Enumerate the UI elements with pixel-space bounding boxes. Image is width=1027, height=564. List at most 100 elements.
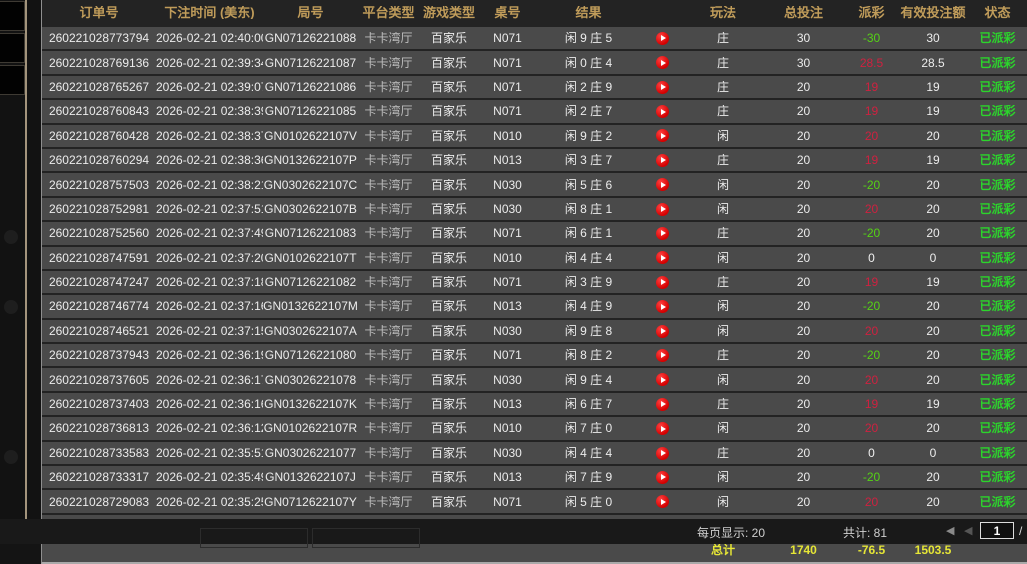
platform-cell: 卡卡湾厅 <box>358 81 419 93</box>
play-video-icon[interactable] <box>656 129 669 142</box>
status-badge: 已派彩 <box>967 57 1027 69</box>
play-type-cell: 庄 <box>683 57 763 69</box>
result-cell: 闲 0 庄 4 <box>536 57 641 69</box>
prev-page-icon[interactable]: ◀ <box>964 524 972 537</box>
order-no-cell: 260221028765267 <box>42 81 156 93</box>
valid-bet-cell: 20 <box>899 374 967 386</box>
play-video-icon[interactable] <box>656 422 669 435</box>
play-video-icon[interactable] <box>656 105 669 118</box>
total-bet-cell: 20 <box>763 105 844 117</box>
round-no-cell: GN0712622107Y <box>263 496 358 508</box>
play-video-icon[interactable] <box>656 251 669 264</box>
result-cell: 闲 9 庄 5 <box>536 32 641 44</box>
play-video-icon[interactable] <box>656 227 669 240</box>
total-row-label: 总计 <box>683 544 763 556</box>
order-no-cell: 260221028733583 <box>42 447 156 459</box>
play-video-icon[interactable] <box>656 56 669 69</box>
table-no-cell: N030 <box>479 374 536 386</box>
result-cell: 闲 9 庄 2 <box>536 130 641 142</box>
order-no-cell: 260221028760428 <box>42 130 156 142</box>
play-video-icon[interactable] <box>656 178 669 191</box>
total-bet-cell: 20 <box>763 325 844 337</box>
platform-cell: 卡卡湾厅 <box>358 349 419 361</box>
result-video-cell <box>641 397 683 410</box>
table-no-cell: N030 <box>479 203 536 215</box>
table-no-cell: N030 <box>479 179 536 191</box>
table-row: 2602210287529812026-02-21 02:37:51GN0302… <box>42 196 1027 220</box>
header-table-no: 桌号 <box>479 6 536 19</box>
table-header-row: 订单号 下注时间 (美东) 局号 平台类型 游戏类型 桌号 结果 玩法 总投注 … <box>42 0 1027 25</box>
table-row: 2602210287374032026-02-21 02:36:16GN0132… <box>42 391 1027 415</box>
total-bet-cell: 20 <box>763 471 844 483</box>
platform-cell: 卡卡湾厅 <box>358 325 419 337</box>
total-bet-cell: 30 <box>763 57 844 69</box>
result-video-cell <box>641 80 683 93</box>
play-video-icon[interactable] <box>656 349 669 362</box>
result-video-cell <box>641 422 683 435</box>
play-type-cell: 闲 <box>683 325 763 337</box>
round-no-cell: GN07126221087 <box>263 57 358 69</box>
table-row: 2602210287652672026-02-21 02:39:07GN0712… <box>42 74 1027 98</box>
valid-bet-cell: 19 <box>899 105 967 117</box>
game-type-cell: 百家乐 <box>419 349 479 361</box>
play-type-cell: 庄 <box>683 81 763 93</box>
play-video-icon[interactable] <box>656 495 669 508</box>
header-valid-bet: 有效投注额 <box>899 6 967 19</box>
result-video-cell <box>641 349 683 362</box>
payout-cell: 20 <box>844 203 899 215</box>
total-bet-cell: 20 <box>763 179 844 191</box>
game-type-cell: 百家乐 <box>419 105 479 117</box>
play-type-cell: 闲 <box>683 130 763 142</box>
round-no-cell: GN07126221083 <box>263 227 358 239</box>
play-type-cell: 闲 <box>683 252 763 264</box>
table-row: 2602210287333172026-02-21 02:35:49GN0132… <box>42 464 1027 488</box>
play-video-icon[interactable] <box>656 81 669 94</box>
table-no-cell: N071 <box>479 227 536 239</box>
valid-bet-cell: 0 <box>899 447 967 459</box>
round-no-cell: GN0102622107R <box>263 422 358 434</box>
header-result: 结果 <box>536 6 641 19</box>
valid-bet-cell: 20 <box>899 471 967 483</box>
page-input[interactable] <box>980 522 1014 539</box>
table-row: 2602210287602942026-02-21 02:38:36GN0132… <box>42 147 1027 171</box>
game-type-cell: 百家乐 <box>419 179 479 191</box>
bet-time-cell: 2026-02-21 02:37:51 <box>156 203 263 215</box>
total-bet-cell: 20 <box>763 154 844 166</box>
game-type-cell: 百家乐 <box>419 325 479 337</box>
bet-time-cell: 2026-02-21 02:37:15 <box>156 325 263 337</box>
game-type-cell: 百家乐 <box>419 398 479 410</box>
play-video-icon[interactable] <box>656 398 669 411</box>
bet-time-cell: 2026-02-21 02:38:36 <box>156 154 263 166</box>
play-video-icon[interactable] <box>656 325 669 338</box>
payout-cell: 20 <box>844 325 899 337</box>
play-video-icon[interactable] <box>656 373 669 386</box>
order-no-cell: 260221028736813 <box>42 422 156 434</box>
status-badge: 已派彩 <box>967 496 1027 508</box>
result-cell: 闲 4 庄 9 <box>536 300 641 312</box>
play-type-cell: 庄 <box>683 227 763 239</box>
valid-bet-cell: 0 <box>899 252 967 264</box>
first-page-icon[interactable]: ◀ <box>946 524 954 537</box>
play-video-icon[interactable] <box>656 300 669 313</box>
table-row: 2602210287376052026-02-21 02:36:17GN0302… <box>42 366 1027 390</box>
play-video-icon[interactable] <box>656 471 669 484</box>
background-decoration <box>4 450 18 464</box>
play-video-icon[interactable] <box>656 203 669 216</box>
round-no-cell: GN0102622107T <box>263 252 358 264</box>
round-no-cell: GN07126221085 <box>263 105 358 117</box>
result-video-cell <box>641 300 683 313</box>
play-video-icon[interactable] <box>656 154 669 167</box>
play-video-icon[interactable] <box>656 276 669 289</box>
total-bet-cell: 20 <box>763 447 844 459</box>
result-cell: 闲 5 庄 0 <box>536 496 641 508</box>
payout-cell: 20 <box>844 374 899 386</box>
play-video-icon[interactable] <box>656 447 669 460</box>
table-row: 2602210287467742026-02-21 02:37:16GN0132… <box>42 293 1027 317</box>
payout-cell: 0 <box>844 447 899 459</box>
payout-cell: 20 <box>844 422 899 434</box>
play-video-icon[interactable] <box>656 32 669 45</box>
game-type-cell: 百家乐 <box>419 203 479 215</box>
game-type-cell: 百家乐 <box>419 471 479 483</box>
game-type-cell: 百家乐 <box>419 447 479 459</box>
table-no-cell: N071 <box>479 32 536 44</box>
